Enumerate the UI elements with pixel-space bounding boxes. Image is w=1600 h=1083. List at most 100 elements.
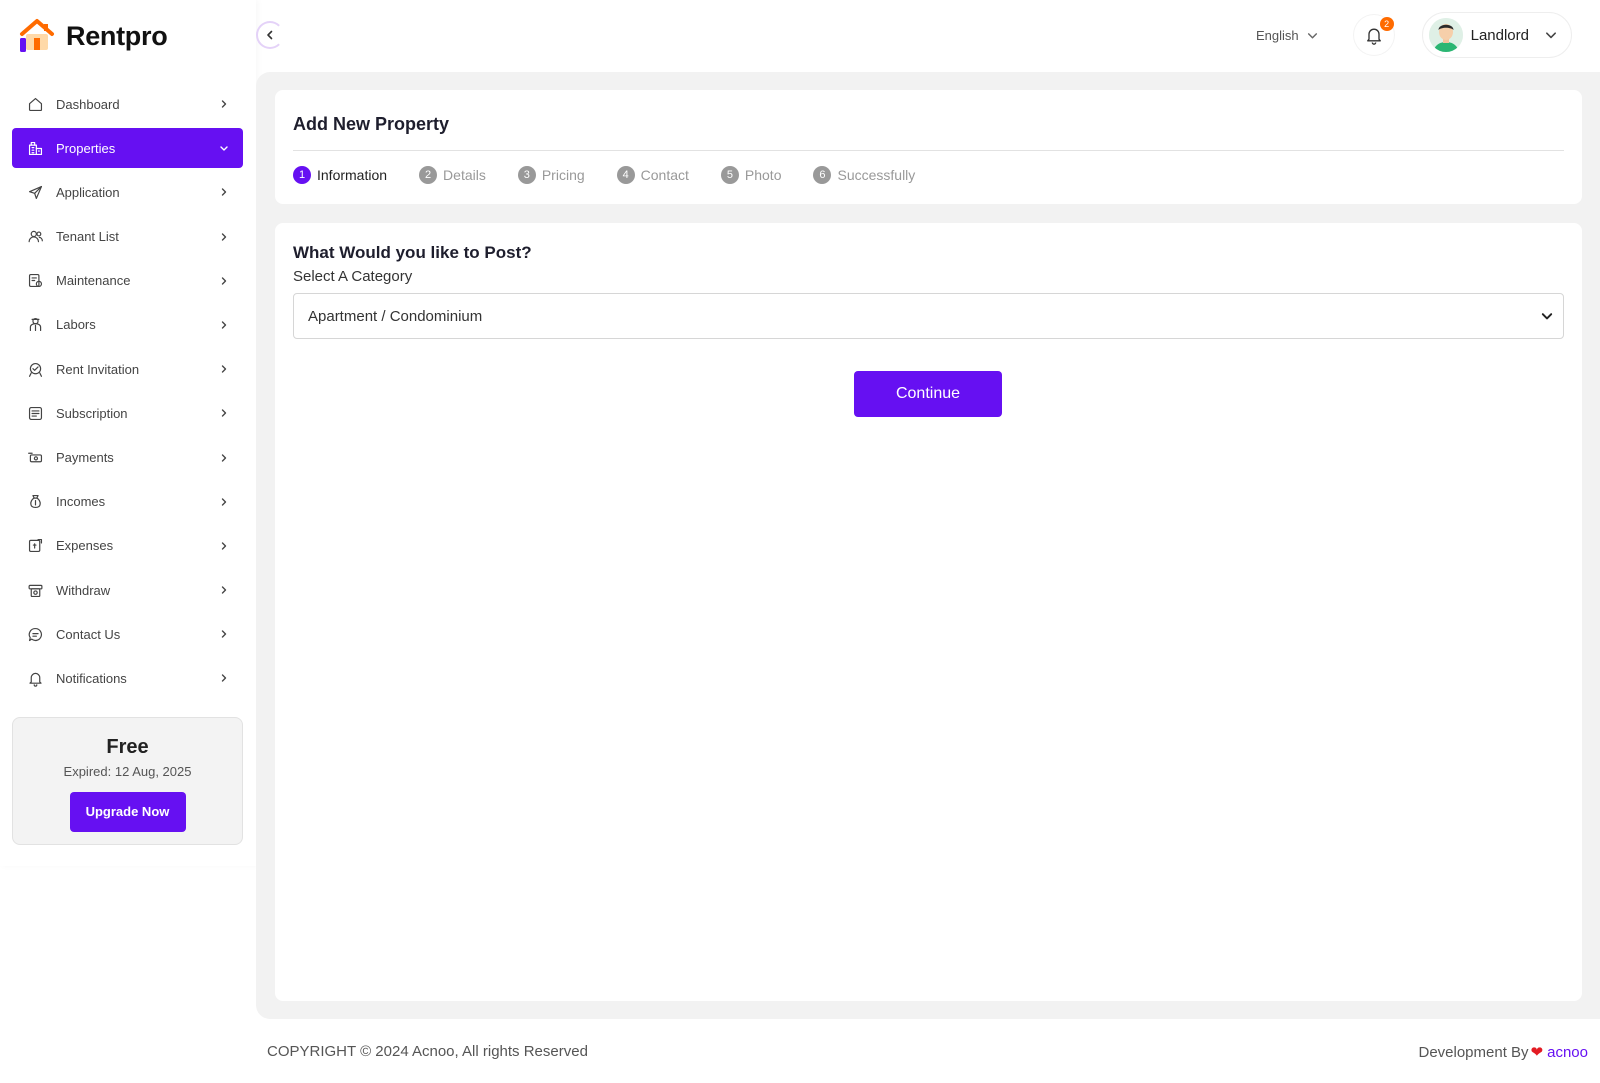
chevron-right-icon bbox=[219, 99, 229, 109]
footer-dev-link[interactable]: acnoo bbox=[1547, 1044, 1588, 1061]
language-select[interactable]: English bbox=[1256, 28, 1318, 43]
money-bag-icon bbox=[27, 493, 44, 510]
step-information[interactable]: 1 Information bbox=[293, 166, 387, 184]
form-title: What Would you like to Post? bbox=[293, 243, 532, 262]
step-contact[interactable]: 4 Contact bbox=[616, 166, 689, 184]
step-pricing[interactable]: 3 Pricing bbox=[517, 166, 585, 184]
avatar bbox=[1428, 18, 1463, 52]
sidebar-item-label: Application bbox=[56, 184, 120, 200]
payment-icon bbox=[27, 449, 44, 466]
footer-credit: Development By ❤ acnoo bbox=[1418, 1043, 1588, 1062]
sidebar-item-payments[interactable]: Payments bbox=[12, 438, 243, 478]
step-label: Details bbox=[443, 167, 486, 183]
form-card: What Would you like to Post? Select A Ca… bbox=[275, 223, 1582, 1001]
step-label: Successfully bbox=[837, 167, 916, 183]
chevron-right-icon bbox=[219, 497, 229, 507]
sidebar-item-label: Subscription bbox=[56, 405, 128, 421]
sidebar-nav: Dashboard Properties Application Tenant Lis… bbox=[12, 84, 243, 703]
sidebar-item-label: Maintenance bbox=[56, 273, 131, 289]
sidebar-item-label: Payments bbox=[56, 450, 114, 465]
user-name: Landlord bbox=[1470, 26, 1529, 44]
step-label: Pricing bbox=[541, 167, 585, 183]
expense-icon bbox=[27, 537, 44, 554]
header-actions: English 2 Landlord bbox=[1256, 12, 1572, 58]
invitation-icon bbox=[27, 361, 44, 378]
collapse-sidebar-button[interactable] bbox=[256, 21, 284, 49]
divider bbox=[293, 150, 1564, 151]
send-icon bbox=[27, 184, 44, 201]
notification-count-badge: 2 bbox=[1379, 17, 1394, 31]
sidebar-item-label: Tenant List bbox=[56, 229, 119, 245]
sidebar-item-label: Contact Us bbox=[56, 626, 121, 642]
step-label: Information bbox=[317, 167, 388, 183]
sidebar-item-dashboard[interactable]: Dashboard bbox=[12, 84, 243, 124]
sidebar-item-label: Expenses bbox=[56, 538, 114, 554]
chevron-right-icon bbox=[219, 187, 229, 197]
step-number: 4 bbox=[616, 166, 635, 184]
step-successfully[interactable]: 6 Successfully bbox=[813, 166, 915, 184]
bell-icon bbox=[27, 670, 44, 687]
sidebar-item-label: Dashboard bbox=[56, 96, 120, 112]
upgrade-now-button[interactable]: Upgrade Now bbox=[69, 792, 186, 832]
sidebar-item-contact-us[interactable]: Contact Us bbox=[12, 614, 243, 654]
stepper: 1 Information 2 Details 3 Pricing 4 Contact 5 Pho… bbox=[293, 166, 947, 184]
building-icon bbox=[27, 140, 44, 157]
category-select[interactable]: Apartment / Condominium bbox=[293, 293, 1564, 339]
maintenance-icon bbox=[27, 272, 44, 289]
chevron-down-icon bbox=[1307, 32, 1317, 38]
footer-dev-prefix: Development By bbox=[1418, 1043, 1529, 1061]
sidebar-item-rent-invitation[interactable]: Rent Invitation bbox=[12, 349, 243, 389]
sidebar-item-label: Withdraw bbox=[56, 582, 111, 598]
subscription-icon bbox=[27, 405, 44, 422]
plan-title: Free bbox=[106, 736, 149, 758]
plan-expiry: Expired: 12 Aug, 2025 bbox=[63, 764, 192, 779]
chevron-down-icon bbox=[1546, 32, 1556, 39]
step-label: Contact bbox=[640, 167, 689, 183]
chevron-right-icon bbox=[219, 364, 229, 374]
step-label: Photo bbox=[744, 167, 782, 183]
notifications-button[interactable]: 2 bbox=[1353, 15, 1394, 55]
step-photo[interactable]: 5 Photo bbox=[720, 166, 782, 184]
sidebar: Rentpro Dashboard Properties Application Te… bbox=[0, 0, 256, 866]
sidebar-item-incomes[interactable]: Incomes bbox=[12, 482, 243, 522]
sidebar-item-label: Incomes bbox=[56, 494, 106, 510]
page-title: Add New Property bbox=[293, 114, 450, 134]
heart-icon: ❤ bbox=[1530, 1044, 1544, 1061]
chevron-right-icon bbox=[219, 320, 229, 330]
language-label: English bbox=[1255, 27, 1299, 43]
step-number: 2 bbox=[419, 166, 438, 184]
sidebar-item-expenses[interactable]: Expenses bbox=[12, 526, 243, 566]
chevron-right-icon bbox=[219, 453, 229, 463]
step-details[interactable]: 2 Details bbox=[419, 166, 486, 184]
sidebar-item-maintenance[interactable]: Maintenance bbox=[12, 261, 243, 301]
home-icon bbox=[27, 96, 44, 113]
sidebar-item-labors[interactable]: Labors bbox=[12, 305, 243, 345]
user-menu[interactable]: Landlord bbox=[1421, 12, 1572, 58]
sidebar-item-tenant-list[interactable]: Tenant List bbox=[12, 217, 243, 257]
sidebar-item-label: Properties bbox=[56, 140, 116, 156]
chevron-right-icon bbox=[219, 629, 229, 639]
sidebar-item-notifications[interactable]: Notifications bbox=[12, 658, 243, 698]
chevron-down-icon bbox=[1541, 313, 1553, 320]
step-number: 3 bbox=[517, 166, 536, 184]
continue-button[interactable]: Continue bbox=[854, 371, 1002, 417]
chevron-right-icon bbox=[219, 408, 229, 418]
chevron-down-icon bbox=[219, 143, 229, 153]
step-number: 5 bbox=[720, 166, 739, 184]
sidebar-item-subscription[interactable]: Subscription bbox=[12, 393, 243, 433]
users-icon bbox=[27, 228, 44, 245]
sidebar-item-application[interactable]: Application bbox=[12, 172, 243, 212]
chevron-right-icon bbox=[219, 276, 229, 286]
chevron-right-icon bbox=[219, 541, 229, 551]
sidebar-item-properties[interactable]: Properties bbox=[12, 128, 243, 169]
category-select-value: Apartment / Condominium bbox=[308, 307, 483, 325]
house-logo-icon bbox=[18, 18, 56, 54]
sidebar-item-withdraw[interactable]: Withdraw bbox=[12, 570, 243, 610]
chevron-right-icon bbox=[219, 585, 229, 595]
brand-name: Rentpro bbox=[66, 20, 168, 51]
withdraw-icon bbox=[27, 582, 44, 599]
sidebar-item-label: Notifications bbox=[56, 670, 127, 686]
step-number: 6 bbox=[813, 166, 832, 184]
chat-icon bbox=[27, 626, 44, 643]
brand[interactable]: Rentpro bbox=[18, 18, 168, 54]
